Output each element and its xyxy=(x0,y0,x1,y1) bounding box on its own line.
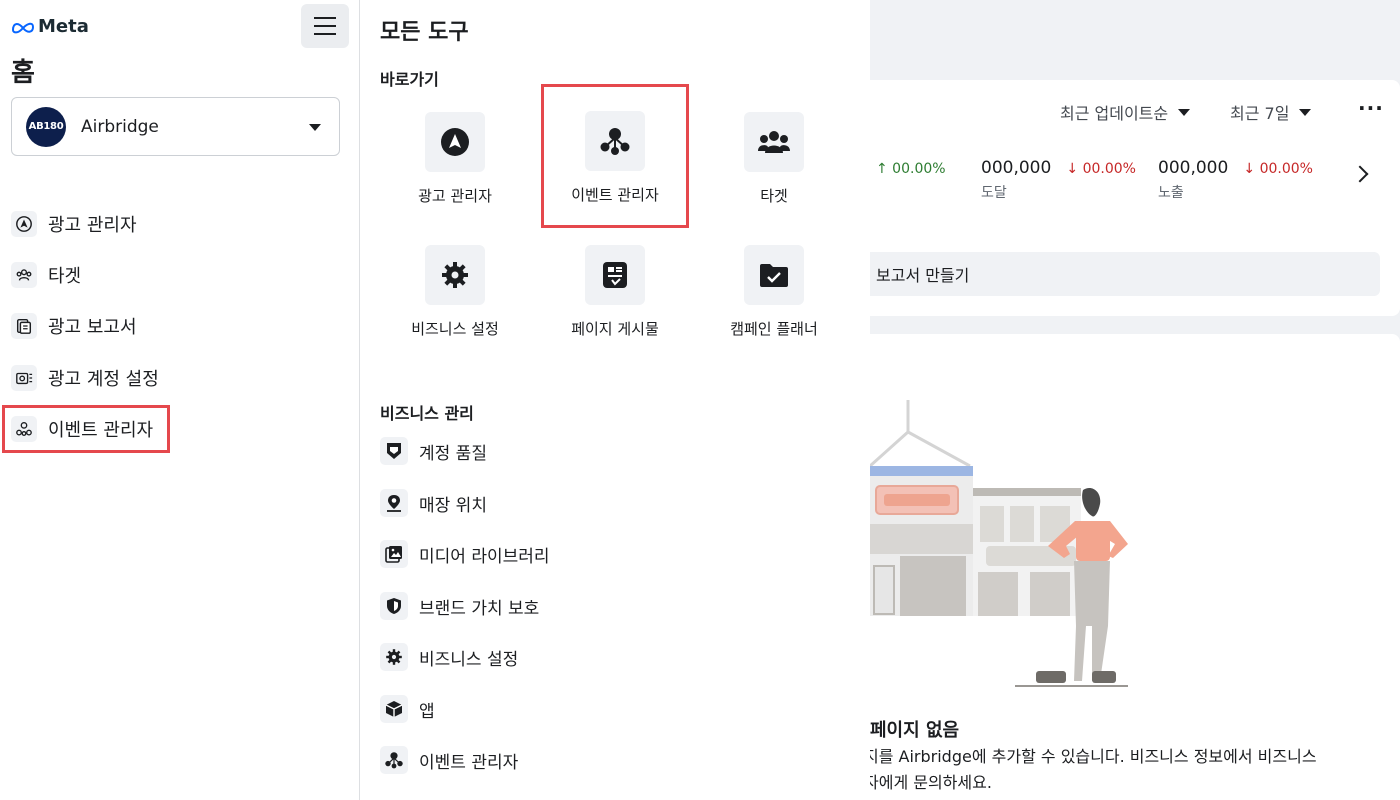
tool-apps[interactable]: 앱 xyxy=(380,689,435,729)
left-sidebar: Meta 홈 AB180 Airbridge 광고 관리자 타겟 광고 보고서 … xyxy=(0,0,360,800)
account-avatar: AB180 xyxy=(26,106,66,147)
meta-logo-icon xyxy=(11,22,35,33)
more-options-icon[interactable]: ··· xyxy=(1358,96,1384,120)
shortcut-audience[interactable]: 타겟 xyxy=(704,100,844,230)
apps-icon xyxy=(380,695,408,723)
tool-events-manager[interactable]: 이벤트 관리자 xyxy=(380,740,518,780)
audience-icon xyxy=(11,262,37,288)
sort-dropdown-label: 최근 업데이트순 xyxy=(1060,104,1169,123)
shortcut-label: 광고 관리자 xyxy=(418,187,492,205)
no-page-description-line: 지를 Airbridge에 추가할 수 있습니다. 비즈니스 정보에서 비즈니스 xyxy=(870,747,1317,766)
stat-impressions: 000,000 ↓ 00.00% 노출 xyxy=(1158,158,1313,202)
sidebar-item-ad-reports[interactable]: 광고 보고서 xyxy=(2,302,137,350)
ad-reports-icon xyxy=(11,313,37,339)
account-quality-icon xyxy=(380,437,408,465)
no-page-title: 페이지 없음 xyxy=(870,720,960,741)
shortcut-label: 비즈니스 설정 xyxy=(411,320,499,338)
tool-business-settings[interactable]: 비즈니스 설정 xyxy=(380,637,518,677)
ads-manager-icon xyxy=(11,211,37,237)
events-manager-icon xyxy=(380,746,408,774)
sidebar-item-label: 타겟 xyxy=(48,266,82,287)
business-management-title: 비즈니스 관리 xyxy=(380,404,474,423)
date-range-label: 최근 7일 xyxy=(1230,104,1290,123)
tool-label: 계정 품질 xyxy=(419,443,487,464)
tools-title: 모든 도구 xyxy=(380,20,469,45)
sidebar-item-label: 광고 계정 설정 xyxy=(48,369,159,390)
hamburger-menu-button[interactable] xyxy=(301,4,349,48)
sidebar-item-label: 광고 보고서 xyxy=(48,317,137,338)
tool-store-location[interactable]: 매장 위치 xyxy=(380,483,487,523)
tool-label: 비즈니스 설정 xyxy=(419,649,519,670)
sidebar-item-ad-account-settings[interactable]: 광고 계정 설정 xyxy=(2,354,159,402)
tool-label: 미디어 라이브러리 xyxy=(419,546,550,567)
sort-dropdown[interactable]: 최근 업데이트순 xyxy=(1060,100,1191,124)
create-report-button[interactable]: 보고서 만들기 xyxy=(870,252,1380,296)
storefront-illustration xyxy=(870,400,1128,687)
main-content: 최근 업데이트순 최근 7일 ··· ↑ 00.00% 000,000 ↓ 00… xyxy=(870,0,1400,800)
shortcut-campaign-planner[interactable]: 캠페인 플래너 xyxy=(704,233,844,363)
sidebar-item-ads-manager[interactable]: 광고 관리자 xyxy=(2,200,137,248)
stat-label: 도달 xyxy=(981,185,1007,201)
stat-reach: 000,000 ↓ 00.00% 도달 xyxy=(981,158,1136,202)
hamburger-icon-line xyxy=(314,25,336,27)
shortcut-label: 캠페인 플래너 xyxy=(730,320,818,338)
all-tools-panel: 모든 도구 바로가기 광고 관리자 이벤트 관리자 타겟 비즈니스 설정 페이지… xyxy=(360,0,870,800)
chevron-down-icon xyxy=(1178,108,1191,116)
shortcut-label: 페이지 게시물 xyxy=(571,320,659,338)
shortcut-label: 이벤트 관리자 xyxy=(571,186,659,204)
tool-account-quality[interactable]: 계정 품질 xyxy=(380,431,487,471)
shortcut-ads-manager[interactable]: 광고 관리자 xyxy=(385,100,525,230)
tool-label: 매장 위치 xyxy=(419,495,487,516)
tool-media-library[interactable]: 미디어 라이브러리 xyxy=(380,534,550,574)
events-manager-icon xyxy=(11,416,37,442)
events-manager-icon xyxy=(585,111,645,171)
hamburger-icon-line xyxy=(314,17,336,19)
sidebar-item-label: 이벤트 관리자 xyxy=(48,420,154,441)
brand-safety-icon xyxy=(380,592,408,620)
tool-brand-safety[interactable]: 브랜드 가치 보호 xyxy=(380,586,539,626)
shortcut-business-settings[interactable]: 비즈니스 설정 xyxy=(385,233,525,363)
hamburger-icon-line xyxy=(314,33,336,35)
media-library-icon xyxy=(380,540,408,568)
chevron-down-icon xyxy=(309,124,321,131)
stat-item: ↑ 00.00% xyxy=(876,158,946,177)
page-posts-icon xyxy=(585,245,645,305)
shortcuts-title: 바로가기 xyxy=(380,70,439,89)
gear-icon xyxy=(380,643,408,671)
meta-logo-text: Meta xyxy=(38,16,89,37)
ad-account-settings-icon xyxy=(11,365,37,391)
shortcut-events-manager[interactable]: 이벤트 관리자 xyxy=(541,84,689,228)
sidebar-item-events-manager[interactable]: 이벤트 관리자 xyxy=(2,405,171,453)
ads-manager-icon xyxy=(425,112,485,172)
chevron-down-icon xyxy=(1299,108,1312,116)
meta-logo[interactable]: Meta xyxy=(11,16,89,37)
tool-label: 이벤트 관리자 xyxy=(419,752,519,773)
stat-value: 000,000 xyxy=(981,158,1052,178)
audience-icon xyxy=(744,112,804,172)
shortcut-page-posts[interactable]: 페이지 게시물 xyxy=(545,233,685,363)
no-page-description: 지를 Airbridge에 추가할 수 있습니다. 비즈니스 정보에서 비즈니스… xyxy=(870,744,1334,796)
account-selector[interactable]: AB180 Airbridge xyxy=(11,97,340,156)
stat-label: 노출 xyxy=(1158,185,1184,201)
gear-icon xyxy=(425,245,485,305)
sidebar-item-label: 광고 관리자 xyxy=(48,215,137,236)
sidebar-item-audience[interactable]: 타겟 xyxy=(2,251,81,299)
store-location-icon xyxy=(380,489,408,517)
tool-label: 브랜드 가치 보호 xyxy=(419,598,540,619)
tool-label: 앱 xyxy=(419,701,435,722)
stat-delta: ↑ 00.00% xyxy=(876,161,946,177)
stat-delta: ↓ 00.00% xyxy=(1066,161,1136,177)
date-range-dropdown[interactable]: 최근 7일 xyxy=(1230,100,1312,124)
no-page-description-line: 자에게 문의하세요. xyxy=(870,773,992,792)
shortcut-label: 타겟 xyxy=(760,187,788,205)
account-name: Airbridge xyxy=(81,116,159,137)
stat-delta: ↓ 00.00% xyxy=(1243,161,1313,177)
page-title: 홈 xyxy=(11,58,35,88)
stat-value: 000,000 xyxy=(1158,158,1229,178)
campaign-planner-icon xyxy=(744,245,804,305)
